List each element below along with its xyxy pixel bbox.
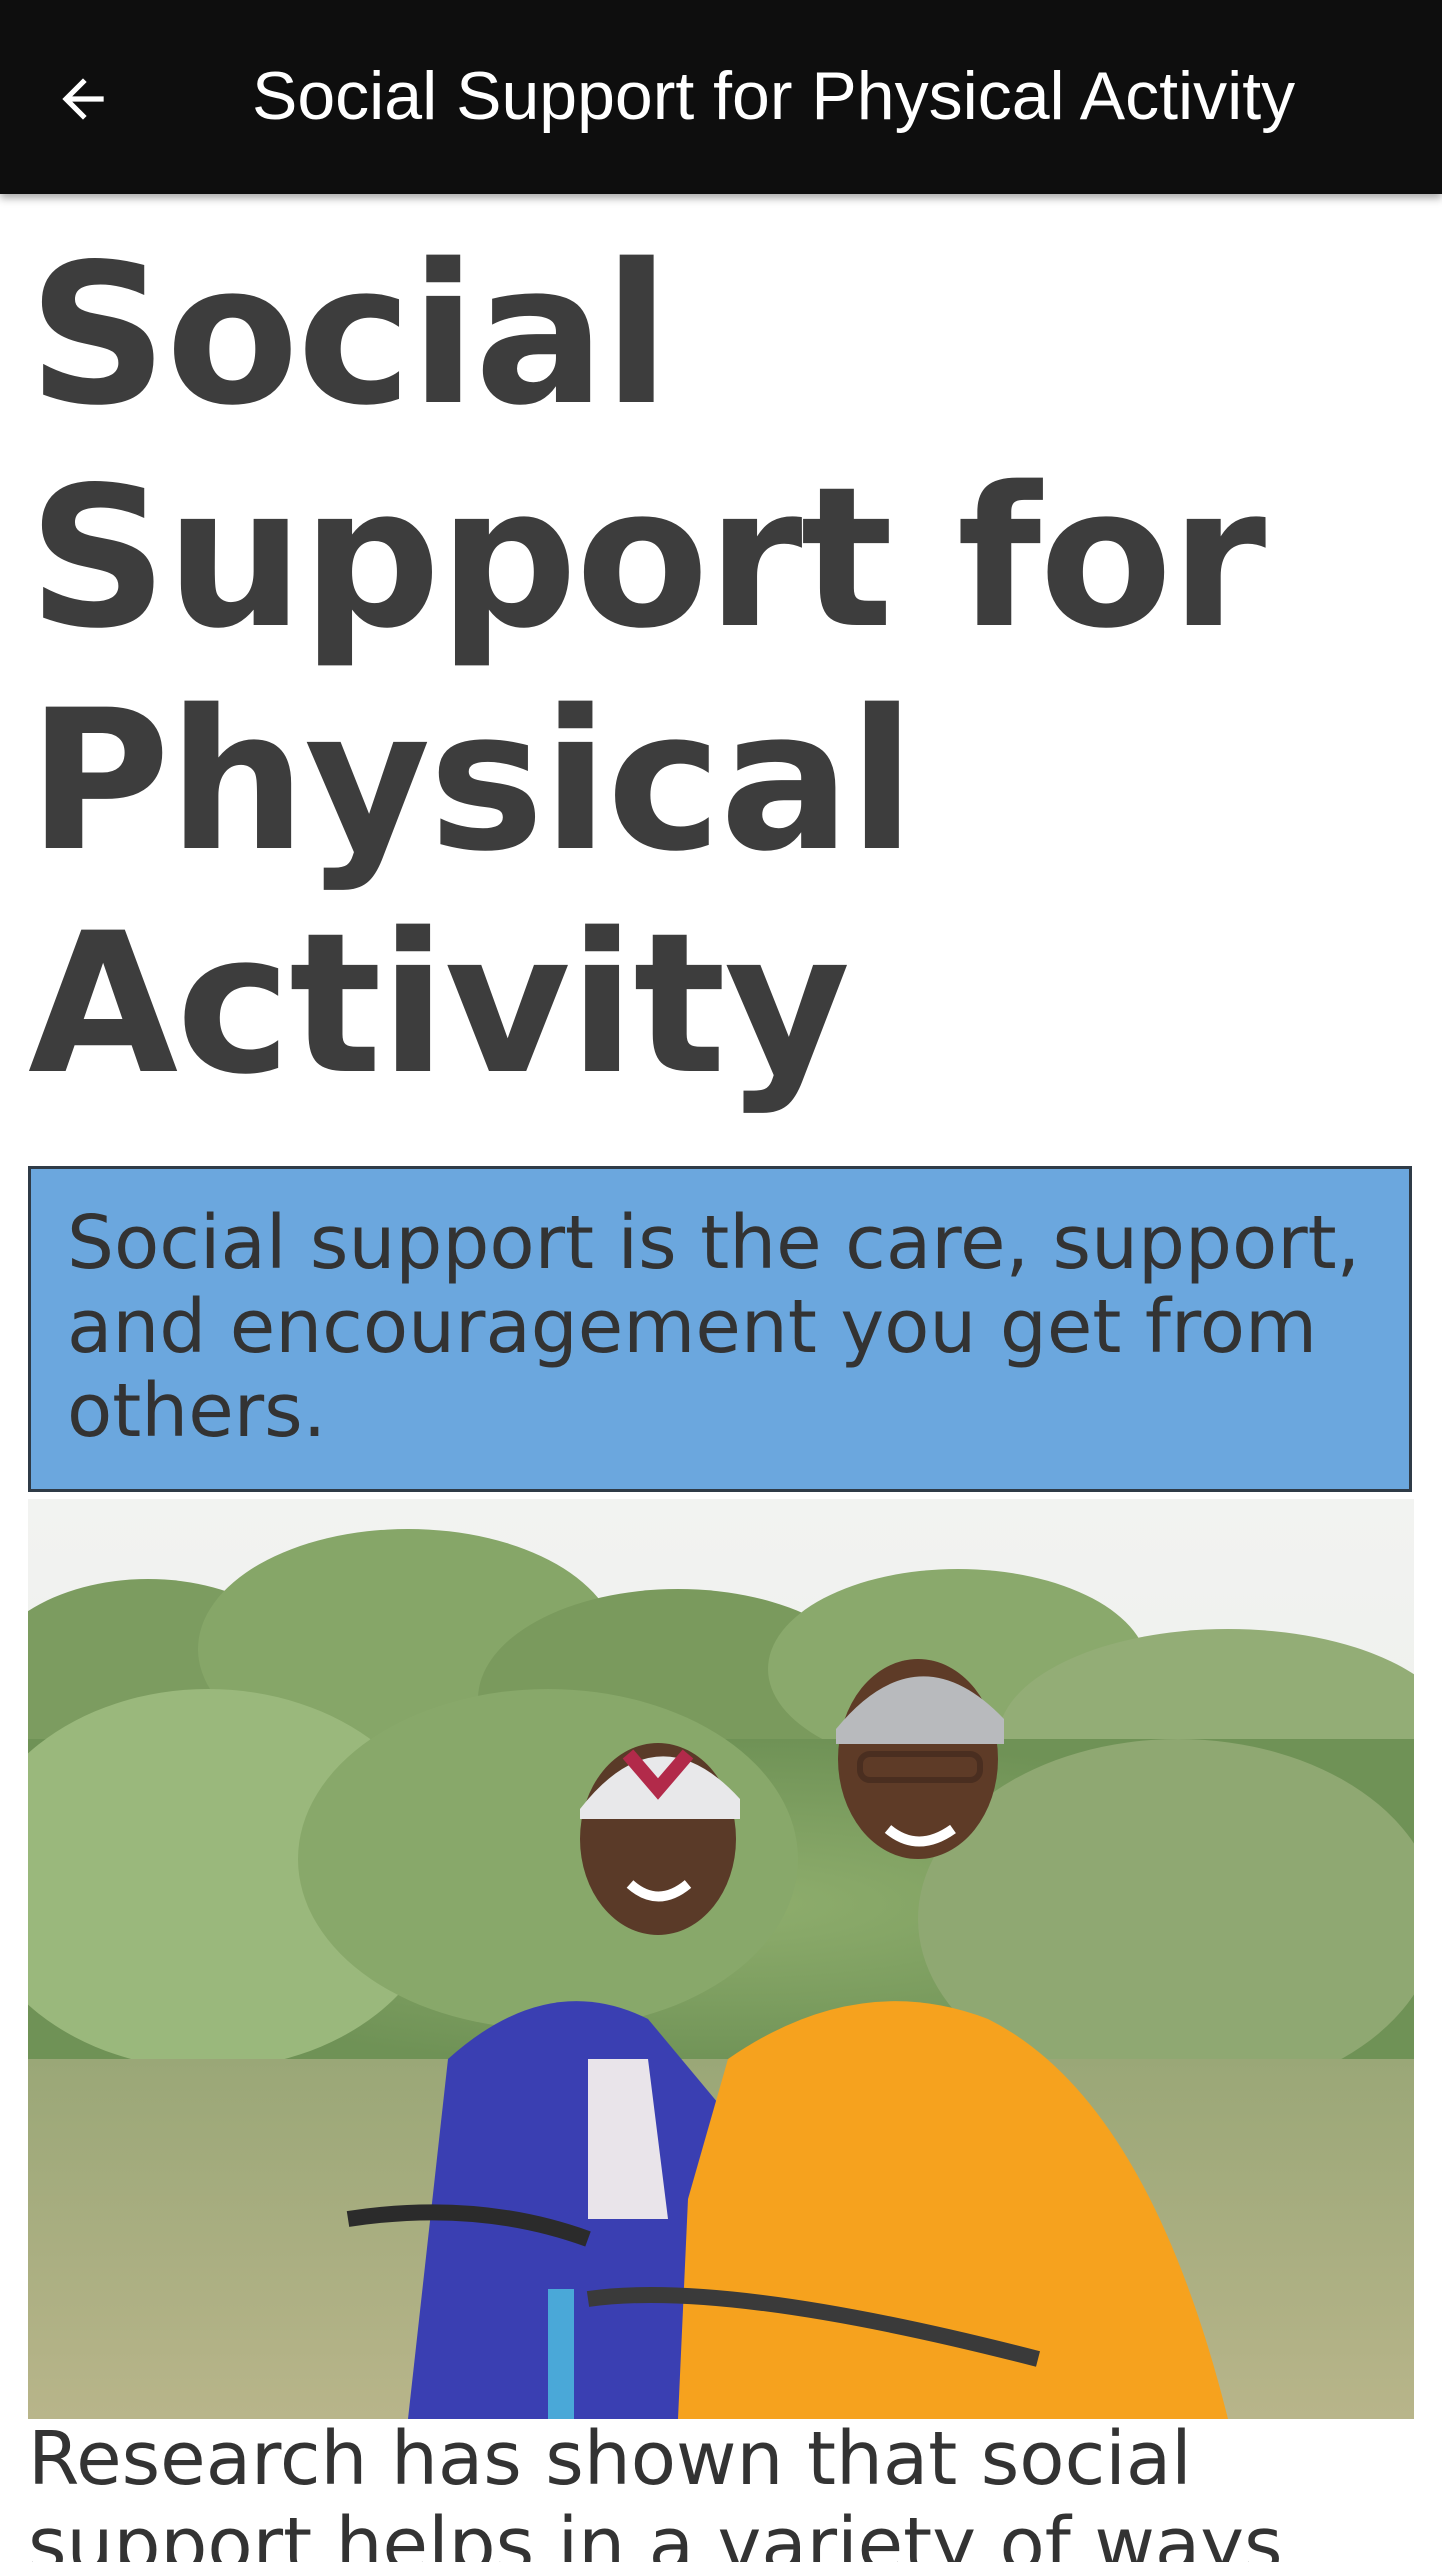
arrow-left-icon xyxy=(62,78,104,120)
app-bar-title: Social Support for Physical Activity xyxy=(252,58,1296,134)
back-button[interactable] xyxy=(52,51,172,147)
app-bar: Social Support for Physical Activity xyxy=(0,0,1442,194)
hero-image xyxy=(28,1499,1414,2419)
definition-callout: Social support is the care, support, and… xyxy=(28,1166,1412,1492)
callout-text: Social support is the care, support, and… xyxy=(67,1200,1361,1454)
couple-on-bicycles-photo xyxy=(28,1499,1414,2419)
article-content[interactable]: Social Support for Physical Activity Soc… xyxy=(0,194,1442,2562)
body-paragraph: Research has shown that social support h… xyxy=(28,2416,1283,2562)
page-title: Social Support for Physical Activity xyxy=(28,222,1266,1117)
